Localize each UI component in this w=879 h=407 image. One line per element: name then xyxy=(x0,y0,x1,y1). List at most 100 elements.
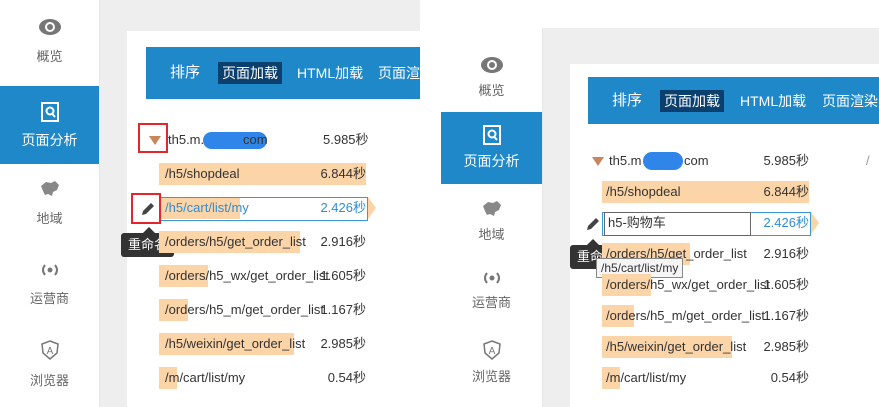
url-row[interactable]: /h5/shopdeal 6.844秒 xyxy=(602,181,812,203)
url-row[interactable]: /orders/h5_wx/get_order_list 1.605秒 xyxy=(159,265,369,287)
china-map-icon xyxy=(482,201,501,216)
row-arrow-icon xyxy=(368,197,376,219)
url-path: /m/cart/list/my xyxy=(606,370,687,385)
right-screenshot: 概览 页面分析 地域 运营商 A 浏览器 排序 页面加载 HTML加载 页面渲染… xyxy=(441,28,879,407)
url-row[interactable]: /orders/h5_wx/get_order_list 1.605秒 xyxy=(602,274,812,296)
nav-label-carrier: 运营商 xyxy=(29,291,69,306)
url-time: 1.167秒 xyxy=(763,308,809,323)
signal-icon xyxy=(41,264,58,276)
domain-time: 5.985秒 xyxy=(323,132,369,147)
url-path: /h5/cart/list/my xyxy=(165,200,249,215)
sidebar: 概览 页面分析 地域 运营商 A 浏览器 xyxy=(441,28,543,407)
eye-icon xyxy=(480,57,503,73)
url-row-selected[interactable]: /h5/cart/list/my 2.426秒 xyxy=(159,197,379,221)
left-screenshot: 概览 页面分析 地域 运营商 A 浏览器 排序 页面加载 HTML加载 页面渲染… xyxy=(0,0,420,407)
svg-text:A: A xyxy=(46,346,53,357)
rename-input-value: h5-购物车 xyxy=(608,215,666,230)
tab-sort[interactable]: 排序 xyxy=(612,90,642,112)
tab-page-render[interactable]: 页面渲染 xyxy=(822,90,878,112)
url-row[interactable]: /h5/weixin/get_order_list 2.985秒 xyxy=(602,336,812,358)
url-time: 1.167秒 xyxy=(320,302,366,317)
domain-prefix: th5.m xyxy=(609,153,642,168)
url-path: /orders/h5/get_order_list xyxy=(165,234,306,249)
annotation-highlight xyxy=(131,193,161,224)
url-time: 2.985秒 xyxy=(320,336,366,351)
annotation-highlight xyxy=(138,123,168,153)
cursor-mark: / xyxy=(866,153,870,168)
url-time: 2.426秒 xyxy=(763,215,809,230)
url-row[interactable]: /m/cart/list/my 0.54秒 xyxy=(159,367,369,389)
china-map-icon xyxy=(40,181,59,196)
url-path: /orders/h5_m/get_order_list xyxy=(165,302,324,317)
url-path: /h5/shopdeal xyxy=(165,166,240,181)
domain-prefix: th5.m. xyxy=(168,132,205,147)
tab-html-load[interactable]: HTML加载 xyxy=(740,90,806,112)
domain-suffix: com xyxy=(243,132,268,147)
domain-row[interactable]: th5.m com 5.985秒 / xyxy=(591,150,871,172)
svg-text:A: A xyxy=(488,346,495,357)
page-search-icon xyxy=(482,125,501,145)
url-time: 2.916秒 xyxy=(763,246,809,261)
url-path: /orders/h5_wx/get_order_list xyxy=(165,268,330,283)
nav-item-carrier[interactable]: 运营商 xyxy=(441,270,542,320)
url-time: 2.916秒 xyxy=(320,234,366,249)
signal-icon xyxy=(483,272,500,284)
url-row[interactable]: /orders/h5/get_order_list 2.916秒 xyxy=(159,231,369,253)
tab-page-render[interactable]: 页面渲染 xyxy=(378,62,420,84)
url-row[interactable]: /h5/shopdeal 6.844秒 xyxy=(159,163,369,185)
nav-label-region: 地域 xyxy=(36,211,63,226)
pencil-icon[interactable] xyxy=(585,216,601,232)
row-arrow-icon xyxy=(811,212,819,234)
url-time: 6.844秒 xyxy=(320,166,366,181)
nav-label-overview: 概览 xyxy=(36,49,63,64)
nav-label-region: 地域 xyxy=(478,227,505,242)
url-path: /m/cart/list/my xyxy=(165,370,246,385)
url-row[interactable]: /orders/h5_m/get_order_list 1.167秒 xyxy=(602,305,812,327)
domain-row[interactable]: th5.m. com 5.985秒 xyxy=(140,129,370,151)
shield-a-icon: A xyxy=(40,340,59,360)
url-path: /h5/weixin/get_order_list xyxy=(606,339,747,354)
url-time: 1.605秒 xyxy=(763,277,809,292)
url-path: /h5/shopdeal xyxy=(606,184,681,199)
nav-label-page-analysis: 页面分析 xyxy=(21,132,78,148)
nav-item-carrier[interactable]: 运营商 xyxy=(0,262,99,322)
domain-suffix: com xyxy=(684,153,709,168)
nav-label-page-analysis: 页面分析 xyxy=(463,153,520,169)
url-time: 0.54秒 xyxy=(770,370,809,385)
url-time: 2.985秒 xyxy=(763,339,809,354)
url-row[interactable]: /orders/h5_m/get_order_list 1.167秒 xyxy=(159,299,369,321)
sidebar: 概览 页面分析 地域 运营商 A 浏览器 xyxy=(0,0,100,407)
nav-label-overview: 概览 xyxy=(478,83,505,98)
url-row-selected[interactable]: h5-购物车 2.426秒 xyxy=(602,212,822,236)
url-path: /orders/h5_wx/get_order_list xyxy=(606,277,771,292)
nav-item-overview[interactable]: 概览 xyxy=(0,18,99,78)
url-row[interactable]: /h5/weixin/get_order_list 2.985秒 xyxy=(159,333,369,355)
nav-item-browser[interactable]: A 浏览器 xyxy=(441,340,542,390)
eye-icon xyxy=(38,19,61,35)
tab-page-load[interactable]: 页面加载 xyxy=(218,62,282,84)
url-row[interactable]: /m/cart/list/my 0.54秒 xyxy=(602,367,812,389)
url-time: 2.426秒 xyxy=(320,200,366,215)
nav-label-carrier: 运营商 xyxy=(471,295,511,310)
nav-item-browser[interactable]: A 浏览器 xyxy=(0,340,99,400)
tab-bar: 排序 页面加载 HTML加载 页面渲染 xyxy=(588,77,879,124)
collapse-triangle-icon[interactable] xyxy=(592,157,604,166)
nav-item-page-analysis[interactable]: 页面分析 xyxy=(441,112,542,184)
nav-item-page-analysis[interactable]: 页面分析 xyxy=(0,86,99,164)
page-search-icon xyxy=(40,102,59,122)
domain-time: 5.985秒 xyxy=(763,153,809,168)
nav-label-browser: 浏览器 xyxy=(29,373,69,388)
url-time: 6.844秒 xyxy=(763,184,809,199)
tab-bar: 排序 页面加载 HTML加载 页面渲染 xyxy=(146,47,420,99)
url-path: /h5/weixin/get_order_list xyxy=(165,336,306,351)
nav-item-overview[interactable]: 概览 xyxy=(441,56,542,106)
tab-sort[interactable]: 排序 xyxy=(170,62,200,84)
redaction-blob xyxy=(643,152,683,170)
url-time: 0.54秒 xyxy=(327,370,366,385)
tab-page-load[interactable]: 页面加载 xyxy=(660,90,724,112)
nav-item-region[interactable]: 地域 xyxy=(0,180,99,240)
url-time: 1.605秒 xyxy=(320,268,366,283)
tab-html-load[interactable]: HTML加载 xyxy=(297,62,363,84)
nav-item-region[interactable]: 地域 xyxy=(441,200,542,250)
url-path: /orders/h5_m/get_order_list xyxy=(606,308,765,323)
